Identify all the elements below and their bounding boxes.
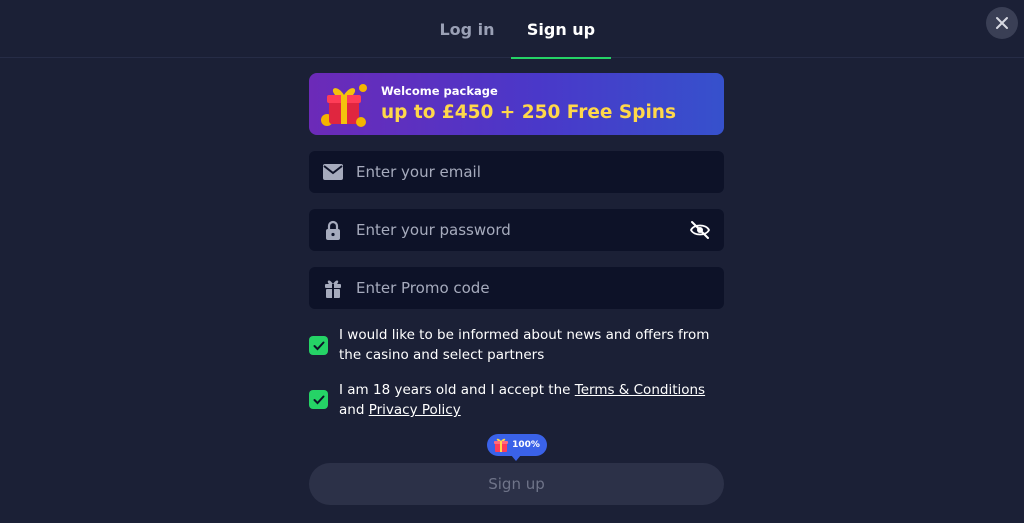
check-icon xyxy=(313,395,324,404)
age-consent-and: and xyxy=(339,402,365,418)
age-consent-prefix: I am 18 years old and I accept the xyxy=(339,382,571,398)
email-icon xyxy=(323,162,343,182)
news-consent-label: I would like to be informed about news a… xyxy=(339,327,710,363)
tab-signup[interactable]: Sign up xyxy=(511,0,611,59)
banner-subtitle: Welcome package xyxy=(381,84,498,98)
lock-icon xyxy=(323,220,343,240)
banner-title: up to £450 + 250 Free Spins xyxy=(381,102,676,123)
completion-percent: 100% xyxy=(512,440,540,450)
age-consent-label: I am 18 years old and I accept the Terms… xyxy=(339,380,729,420)
auth-tabs-bar: Log in Sign up xyxy=(0,0,1024,59)
email-field[interactable] xyxy=(309,151,724,193)
eye-off-icon[interactable] xyxy=(689,219,711,241)
news-consent-checkbox[interactable] xyxy=(309,336,328,355)
check-icon xyxy=(313,341,324,350)
password-field[interactable] xyxy=(309,209,724,251)
completion-badge: 100% xyxy=(487,434,547,461)
gift-icon xyxy=(323,278,343,298)
promo-code-input[interactable] xyxy=(356,267,676,309)
gift-box-icon xyxy=(321,84,367,127)
age-consent-checkbox[interactable] xyxy=(309,390,328,409)
gift-box-icon xyxy=(494,438,509,452)
password-input[interactable] xyxy=(356,209,676,251)
sign-up-button[interactable]: Sign up xyxy=(309,463,724,505)
email-input[interactable] xyxy=(356,151,676,193)
privacy-policy-link[interactable]: Privacy Policy xyxy=(369,402,461,418)
welcome-banner: Welcome package up to £450 + 250 Free Sp… xyxy=(309,73,724,135)
close-icon xyxy=(996,17,1008,29)
promo-code-field[interactable] xyxy=(309,267,724,309)
terms-link[interactable]: Terms & Conditions xyxy=(575,382,705,398)
close-button[interactable] xyxy=(986,7,1018,39)
tab-login[interactable]: Log in xyxy=(425,0,509,58)
